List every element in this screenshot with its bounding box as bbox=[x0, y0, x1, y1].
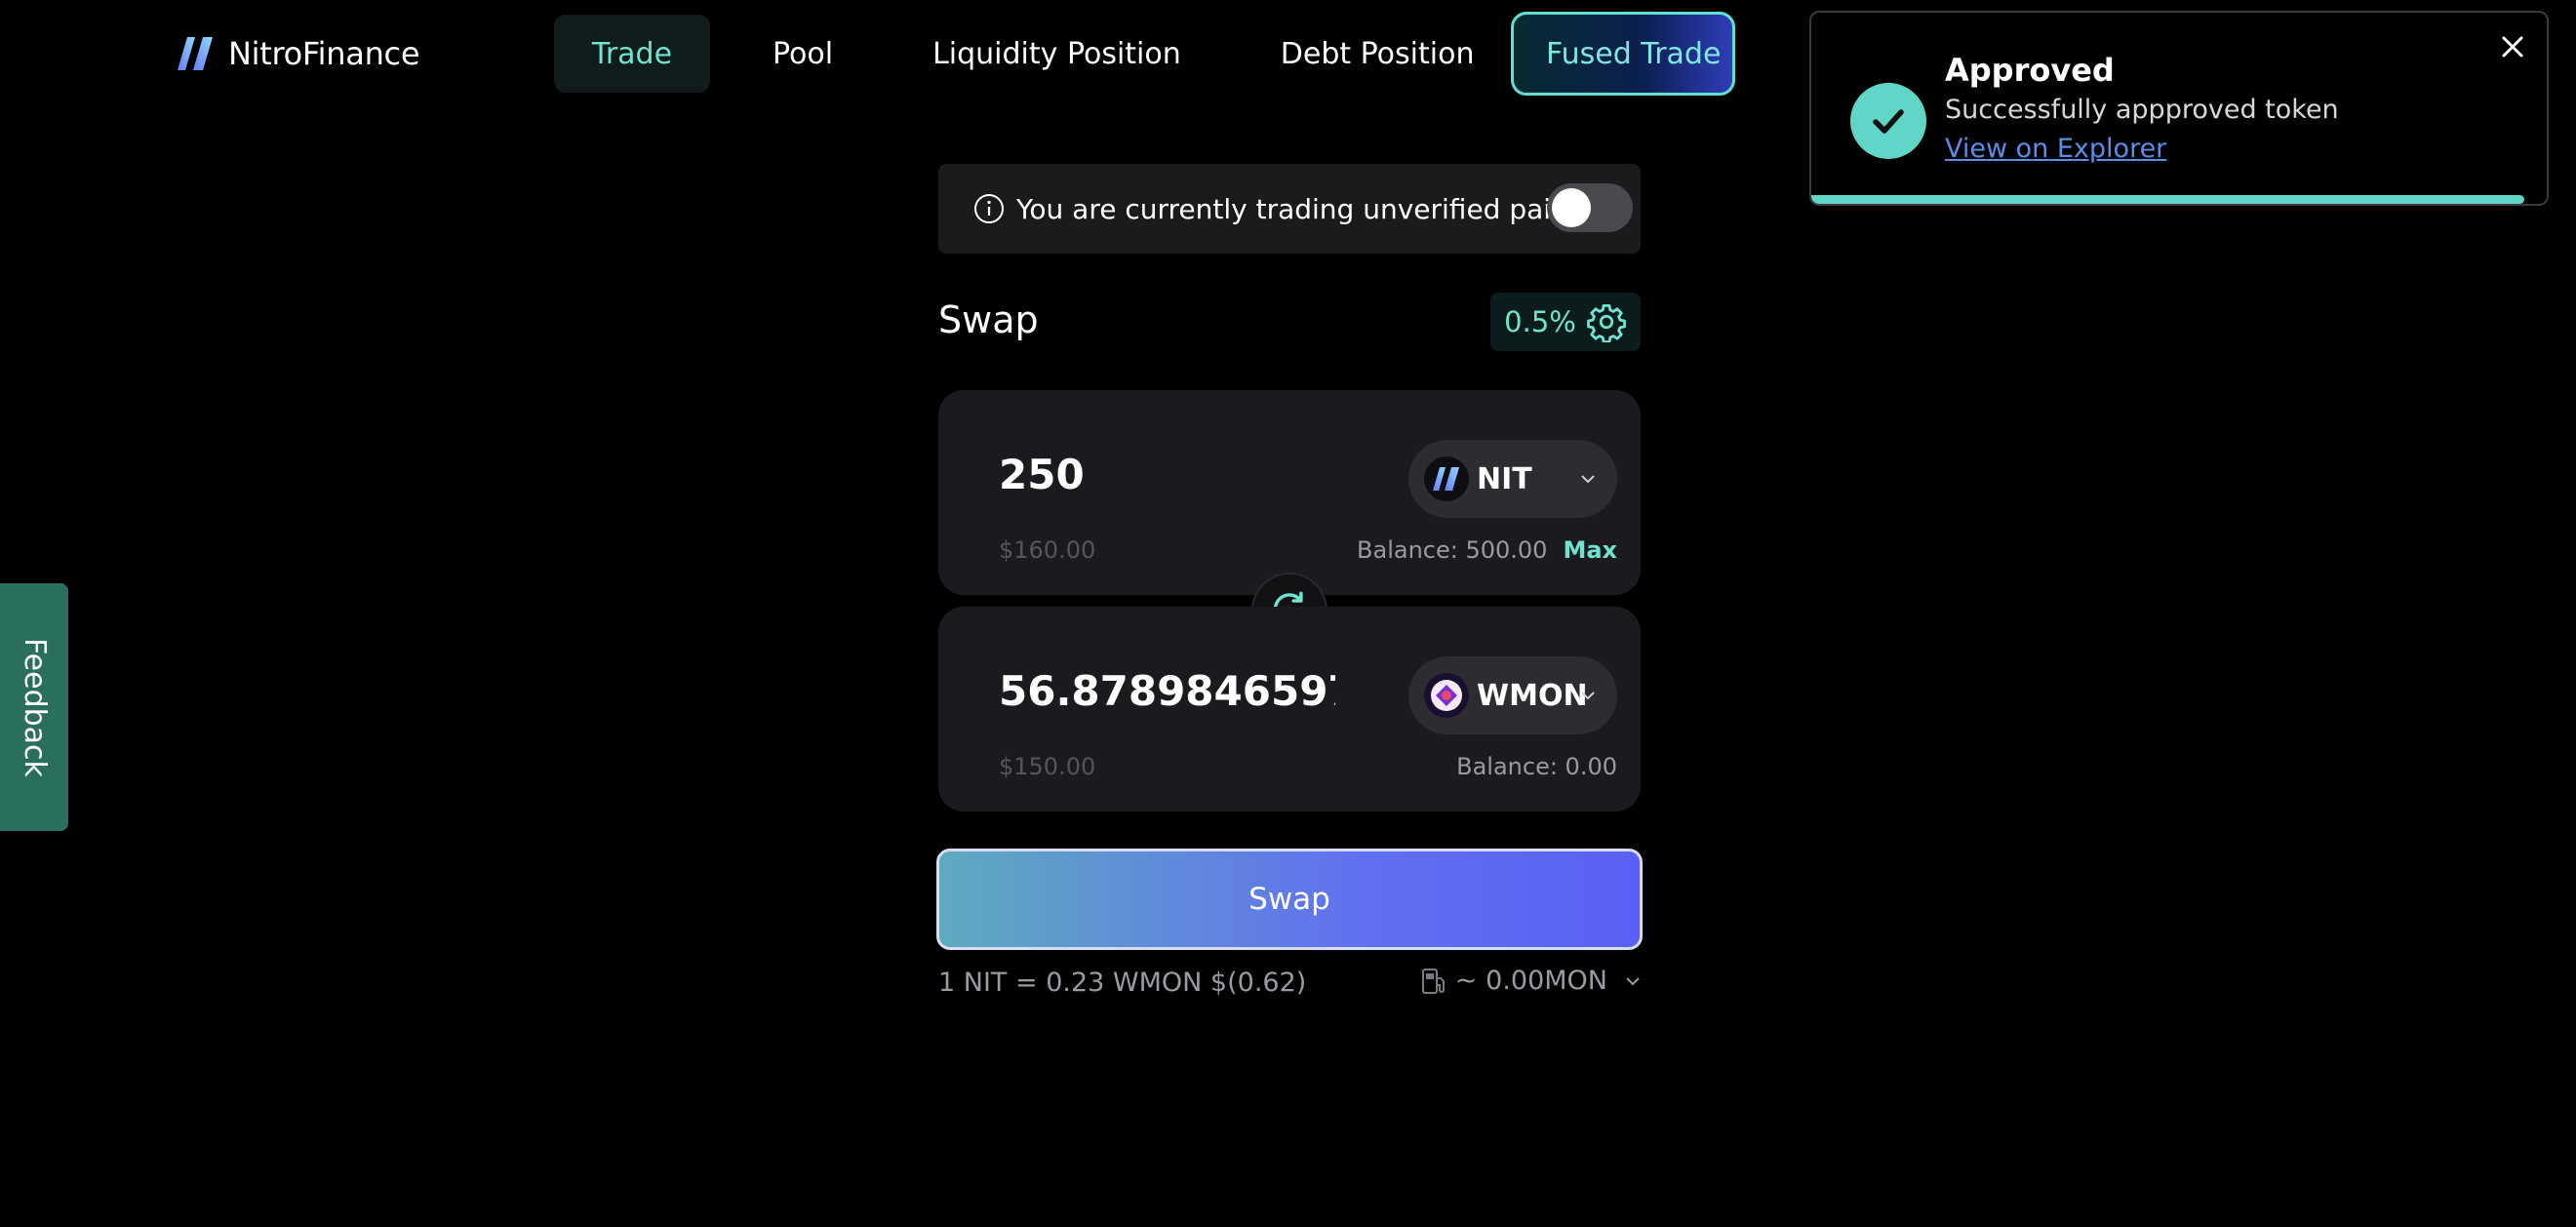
gear-icon bbox=[1586, 303, 1626, 342]
feedback-label: Feedback bbox=[17, 637, 52, 777]
success-icon bbox=[1850, 83, 1926, 159]
nav-pool[interactable]: Pool bbox=[733, 15, 872, 93]
main-nav: Trade Pool Liquidity Position Debt Posit… bbox=[554, 12, 1735, 96]
gas-value: ~ 0.00MON bbox=[1454, 966, 1607, 996]
swap-title: Swap bbox=[938, 298, 1039, 341]
max-button[interactable]: Max bbox=[1563, 536, 1617, 564]
from-usd-value: $160.00 bbox=[999, 536, 1096, 564]
chevron-down-icon bbox=[1626, 976, 1640, 985]
view-on-explorer-link[interactable]: View on Explorer bbox=[1945, 134, 2166, 164]
to-amount-input[interactable]: 56.878984659764484 bbox=[999, 667, 1335, 715]
to-token-name: WMON bbox=[1477, 678, 1588, 713]
nitro-logo-icon bbox=[178, 37, 213, 70]
unverified-pairs-text: You are currently trading unverified pai… bbox=[1016, 192, 1577, 225]
to-token-select[interactable]: WMON bbox=[1408, 656, 1617, 734]
to-usd-value: $150.00 bbox=[999, 753, 1096, 780]
gas-pump-icon bbox=[1421, 968, 1445, 994]
swap-button[interactable]: Swap bbox=[936, 849, 1643, 950]
exchange-rate: 1 NIT = 0.23 WMON $(0.62) bbox=[938, 968, 1307, 998]
close-icon[interactable] bbox=[2496, 30, 2529, 63]
nav-trade[interactable]: Trade bbox=[554, 15, 710, 93]
gas-estimate[interactable]: ~ 0.00MON bbox=[1420, 966, 1643, 996]
nit-token-icon bbox=[1424, 456, 1469, 501]
nav-liquidity-position[interactable]: Liquidity Position bbox=[893, 15, 1220, 93]
from-balance-row: Balance: 500.00 Max bbox=[1357, 536, 1617, 564]
nav-fused-trade-ledger[interactable]: Fused Trade Ledger bbox=[1511, 12, 1735, 96]
chevron-down-icon bbox=[1581, 692, 1595, 700]
nav-debt-position[interactable]: Debt Position bbox=[1242, 15, 1514, 93]
from-token-name: NIT bbox=[1477, 461, 1532, 496]
unverified-pairs-toggle[interactable] bbox=[1547, 183, 1633, 232]
toast-title: Approved bbox=[1945, 52, 2115, 89]
slippage-settings-button[interactable]: 0.5% bbox=[1490, 293, 1641, 351]
to-balance: Balance: 0.00 bbox=[1456, 753, 1617, 780]
toast-progress-bar bbox=[1811, 195, 2525, 204]
wmon-token-icon bbox=[1424, 673, 1469, 718]
approval-toast: Approved Successfully appproved token Vi… bbox=[1809, 11, 2549, 206]
brand-logo[interactable]: NitroFinance bbox=[176, 35, 420, 72]
from-amount-input[interactable]: 250 bbox=[999, 451, 1335, 498]
chevron-down-icon bbox=[1581, 475, 1595, 484]
from-token-select[interactable]: NIT bbox=[1408, 440, 1617, 518]
toast-message: Successfully appproved token bbox=[1945, 95, 2339, 125]
swap-to-card: 56.878984659764484 $150.00 WMON Balance:… bbox=[938, 607, 1641, 811]
slippage-value: 0.5% bbox=[1504, 305, 1576, 338]
brand-name: NitroFinance bbox=[228, 35, 420, 72]
feedback-tab[interactable]: Feedback bbox=[0, 583, 68, 831]
to-balance-row: Balance: 0.00 bbox=[1456, 753, 1617, 780]
swap-from-card: 250 $160.00 NIT Balance: 500.00 Max bbox=[938, 390, 1641, 595]
info-icon bbox=[974, 194, 1004, 223]
from-balance: Balance: 500.00 bbox=[1357, 536, 1548, 564]
checkmark-icon bbox=[1873, 109, 1904, 134]
unverified-pairs-banner: You are currently trading unverified pai… bbox=[938, 164, 1641, 254]
toggle-knob bbox=[1552, 188, 1591, 227]
swap-button-label: Swap bbox=[1248, 882, 1330, 917]
